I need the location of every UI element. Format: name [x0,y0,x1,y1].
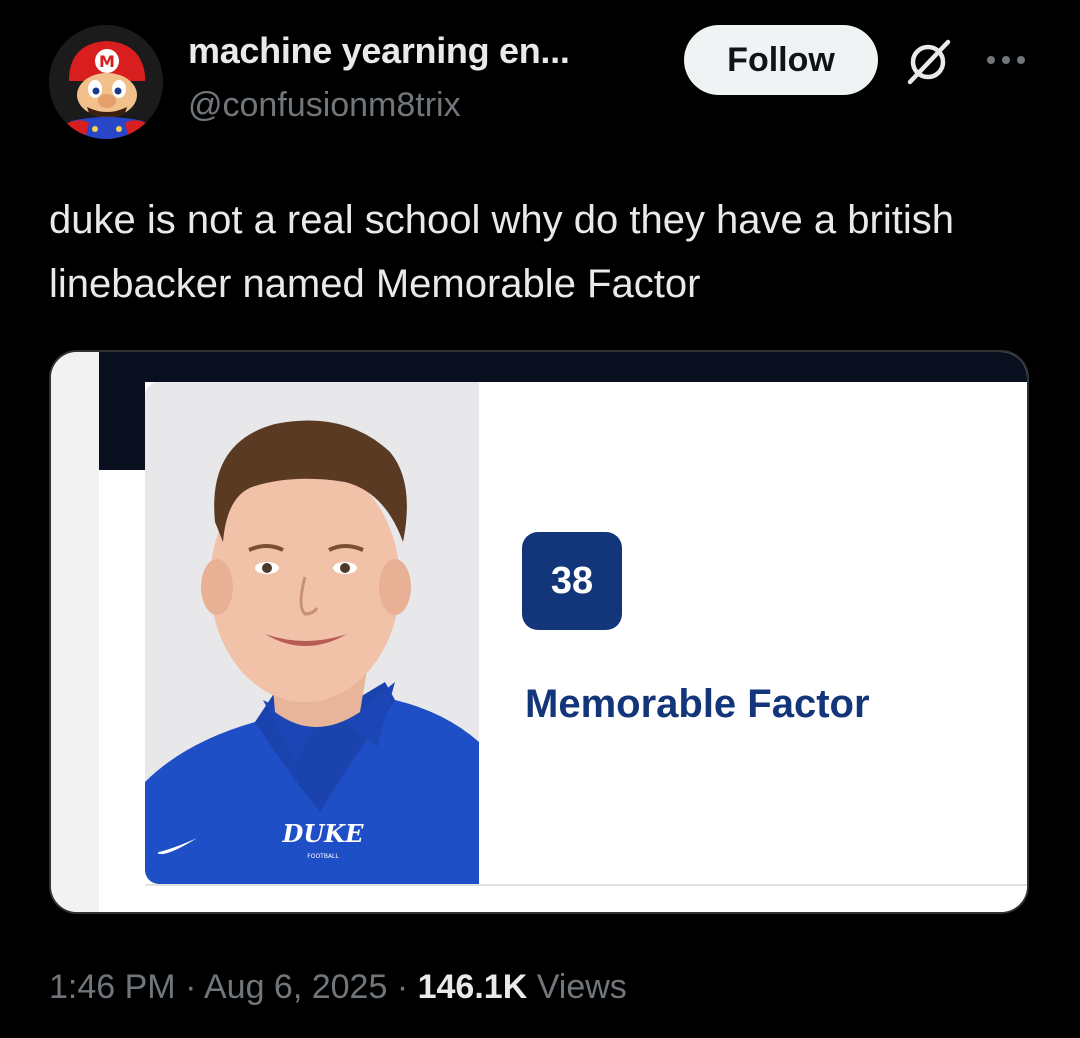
player-photo: DUKE FOOTBALL [145,382,479,884]
tweet-text: duke is not a real school why do they ha… [49,198,954,306]
views-count[interactable]: 146.1K [418,968,528,1006]
tweet-time[interactable]: 1:46 PM [49,968,176,1006]
jersey-number-badge: 38 [522,532,622,630]
author-handle[interactable]: @confusionm8trix [188,86,461,125]
tweet-media-image[interactable]: DUKE FOOTBALL 38 Memorable Factor [49,350,1029,914]
shirt-logo-subtext: FOOTBALL [307,853,339,860]
media-navy-left-band [99,352,145,470]
media-navy-header-band [99,352,1027,382]
meta-separator: · [396,968,409,1006]
svg-text:M: M [99,52,115,71]
views-label: Views [536,968,627,1006]
shirt-logo-text: DUKE [282,819,365,848]
grok-icon[interactable] [902,34,956,88]
media-left-strip [51,352,99,912]
avatar[interactable]: M [49,25,163,139]
more-options-icon[interactable] [984,52,1028,68]
follow-button[interactable]: Follow [684,25,878,95]
mario-avatar-icon: M [49,25,163,139]
tweet-page: M machine yearning en... @confusionm8tri… [0,0,1080,1038]
tweet-meta: 1:46 PM · Aug 6, 2025 · 146.1K Views [49,968,627,1007]
player-name: Memorable Factor [525,682,870,726]
tweet-date[interactable]: Aug 6, 2025 [204,968,387,1006]
meta-separator: · [185,968,197,1006]
author-display-name[interactable]: machine yearning en... [188,30,570,72]
